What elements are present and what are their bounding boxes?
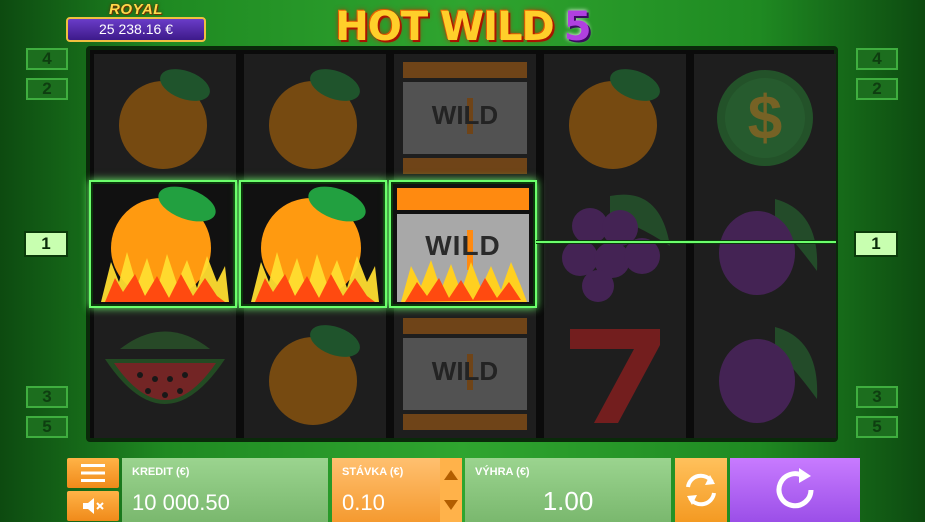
spin-icon (776, 468, 814, 509)
svg-text:$: $ (748, 84, 782, 153)
menu-button[interactable] (67, 458, 119, 488)
payline-right-4[interactable]: 4 (856, 48, 898, 70)
payline-left-3[interactable]: 3 (26, 386, 68, 408)
wild-label: WILD (425, 230, 501, 261)
orange-icon (244, 310, 386, 438)
bet-decrease-icon[interactable] (444, 500, 458, 510)
autoplay-icon (686, 473, 716, 507)
payline-right-2[interactable]: 2 (856, 78, 898, 100)
winning-symbol-wild: WILD (389, 180, 537, 308)
payline-right-3[interactable]: 3 (856, 386, 898, 408)
winning-symbol-orange (89, 180, 237, 308)
sound-button[interactable] (67, 491, 119, 521)
slot-game: ROYAL JACKPOT 25 238.16 € HOT WILD5 4 2 … (0, 0, 925, 522)
seven-icon (544, 310, 686, 438)
wild-icon: WILD (394, 54, 536, 182)
bet-increase-icon[interactable] (444, 470, 458, 480)
payline-right-5[interactable]: 5 (856, 416, 898, 438)
win-value: 1.00 (542, 486, 594, 516)
plum-icon (694, 182, 836, 310)
payline-left-1[interactable]: 1 (24, 231, 68, 257)
spin-button[interactable] (730, 458, 860, 522)
winning-symbol-orange (239, 180, 387, 308)
payline-1-indicator (536, 240, 836, 244)
wild-label: WILD (431, 100, 499, 130)
logo-number: 5 (563, 4, 592, 50)
jackpot-amount: 25 238.16 € (66, 17, 206, 42)
payline-left-5[interactable]: 5 (26, 416, 68, 438)
payline-left-2[interactable]: 2 (26, 78, 68, 100)
payline-left-4[interactable]: 4 (26, 48, 68, 70)
wild-label: WILD (431, 356, 499, 386)
autoplay-button[interactable] (675, 458, 727, 522)
orange-icon (244, 54, 386, 182)
bet-value: 0.10 (342, 490, 385, 515)
royal-jackpot: ROYAL JACKPOT 25 238.16 € (66, 0, 206, 44)
dollar-icon: $ (694, 54, 836, 182)
payline-right-1[interactable]: 1 (854, 231, 898, 257)
bet-panel: STÁVKA (€) 0.10 (332, 458, 462, 522)
speaker-muted-icon (83, 498, 104, 514)
orange-icon (544, 54, 686, 182)
watermelon-icon (94, 310, 236, 438)
logo-text: HOT WILD (335, 4, 554, 50)
credit-label: KREDIT (€) (132, 466, 190, 478)
credit-panel: KREDIT (€) 10 000.50 (122, 458, 328, 522)
credit-value: 10 000.50 (132, 490, 230, 515)
reel-5: $ (694, 54, 836, 438)
hamburger-icon (81, 464, 105, 482)
grapes-icon (544, 182, 686, 310)
orange-icon (94, 54, 236, 182)
bet-stepper (440, 458, 462, 522)
wild-icon: WILD (394, 310, 536, 438)
game-logo: HOT WILD 5 (318, 4, 608, 50)
bet-label: STÁVKA (€) (342, 466, 404, 478)
win-panel: VÝHRA (€) 1.00 (465, 458, 671, 522)
plum-icon (694, 310, 836, 438)
reel-4 (544, 54, 686, 438)
win-label: VÝHRA (€) (475, 466, 530, 478)
